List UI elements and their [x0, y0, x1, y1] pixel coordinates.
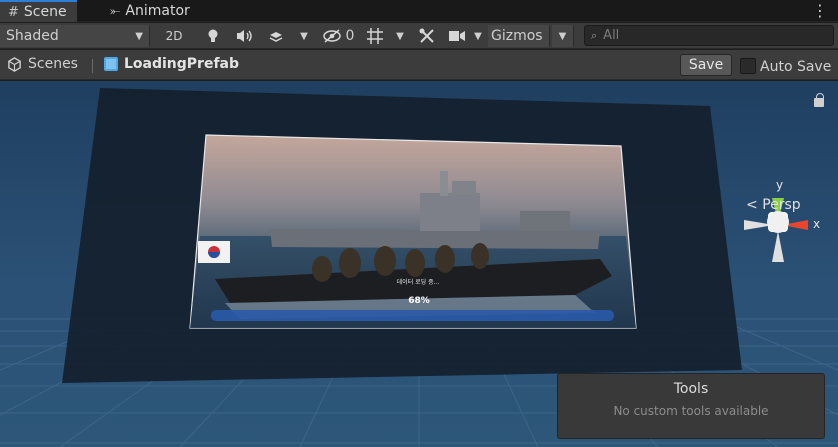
speaker-icon [237, 30, 252, 42]
layers-effects-icon [269, 32, 283, 42]
chevron-down-icon: ▼ [558, 30, 567, 42]
loading-progress-track [211, 310, 614, 321]
hidden-objects-toggle[interactable]: 0 [318, 25, 358, 47]
save-button-label: Save [688, 57, 724, 73]
tools-panel-title: Tools [673, 381, 709, 397]
chevron-down-icon: ▼ [396, 30, 404, 42]
unity-logo-icon [8, 56, 21, 72]
effects-toggle-button[interactable] [264, 25, 288, 47]
prefab-cube-icon [104, 57, 118, 71]
scene-search-field[interactable]: ⌕ All [584, 25, 834, 46]
wrench-hammer-icon [419, 28, 434, 43]
breadcrumb-scenes-label: Scenes [28, 56, 78, 72]
gizmo-x-label: x [813, 217, 820, 231]
chevron-down-icon: ▼ [135, 30, 143, 42]
lighting-toggle-button[interactable] [200, 25, 226, 47]
save-button[interactable]: Save [680, 54, 732, 76]
tools-toggle-button[interactable] [414, 25, 440, 47]
breadcrumb-separator [92, 59, 93, 73]
grid-toggle-button[interactable] [362, 25, 388, 47]
grid-dropdown[interactable]: ▼ [390, 25, 410, 47]
loading-caption: 데이터 로딩 중... [397, 278, 440, 286]
effects-dropdown[interactable]: ▼ [294, 25, 314, 47]
camera-settings-button[interactable] [446, 25, 468, 47]
more-options-icon[interactable]: ⋮ [812, 1, 828, 20]
shading-mode-dropdown[interactable]: Shaded ▼ [0, 25, 150, 47]
audio-toggle-button[interactable] [232, 25, 258, 47]
chevron-down-icon: ▼ [474, 30, 482, 42]
tab-animator-label: Animator [125, 3, 190, 19]
gizmo-neg-y-arm [772, 231, 784, 262]
animator-icon: ⤜ [110, 3, 121, 19]
lightbulb-icon [208, 29, 218, 42]
eye-hidden-icon [322, 29, 341, 43]
toggle-2d-label: 2D [165, 29, 183, 43]
persp-chevron-icon: < [746, 197, 758, 213]
breadcrumb-prefab-label: LoadingPrefab [124, 56, 240, 72]
auto-save-label: Auto Save [760, 59, 832, 75]
chevron-down-icon: ▼ [300, 30, 308, 42]
scene-toolbar: Shaded ▼ 2D ▼ 0 ▼ ▼ Gizmos ▼ ⌕ All [0, 23, 838, 49]
breadcrumb-scenes[interactable]: Scenes [7, 56, 78, 72]
search-placeholder: All [603, 28, 620, 43]
loading-progress-text: 68% [408, 296, 430, 306]
grid-icon: # [8, 4, 19, 20]
loading-screen-image: 데이터 로딩 중... 68% [189, 134, 637, 329]
auto-save-checkbox[interactable] [740, 58, 756, 74]
projection-label: Persp [762, 197, 801, 213]
projection-toggle[interactable]: < Persp [746, 197, 801, 213]
grid-snap-icon [367, 28, 383, 44]
camera-dropdown[interactable]: ▼ [470, 25, 486, 47]
tab-scene[interactable]: # Scene [0, 0, 77, 22]
camera-icon [449, 31, 465, 41]
tab-animator[interactable]: ⤜ Animator [102, 0, 200, 22]
shading-mode-label: Shaded [6, 28, 59, 44]
tools-overlay-panel: Tools No custom tools available [557, 373, 825, 439]
hidden-count: 0 [345, 28, 355, 44]
orientation-gizmo[interactable]: y x [738, 176, 828, 271]
gizmo-y-label: y [776, 178, 783, 192]
tab-scene-label: Scene [23, 4, 67, 20]
breadcrumb-prefab[interactable]: LoadingPrefab [104, 56, 239, 72]
gizmos-button[interactable]: Gizmos [488, 25, 550, 47]
toggle-2d-button[interactable]: 2D [160, 25, 188, 47]
gizmos-label: Gizmos [491, 28, 543, 44]
lock-icon[interactable] [814, 93, 824, 107]
prefab-breadcrumb-bar: Scenes LoadingPrefab Save Auto Save [0, 50, 838, 80]
editor-tab-bar: # Scene ⤜ Animator ⋮ [0, 0, 838, 22]
gizmos-dropdown[interactable]: ▼ [552, 25, 574, 47]
tools-panel-subtitle: No custom tools available [613, 404, 769, 418]
search-icon: ⌕ [591, 28, 598, 42]
